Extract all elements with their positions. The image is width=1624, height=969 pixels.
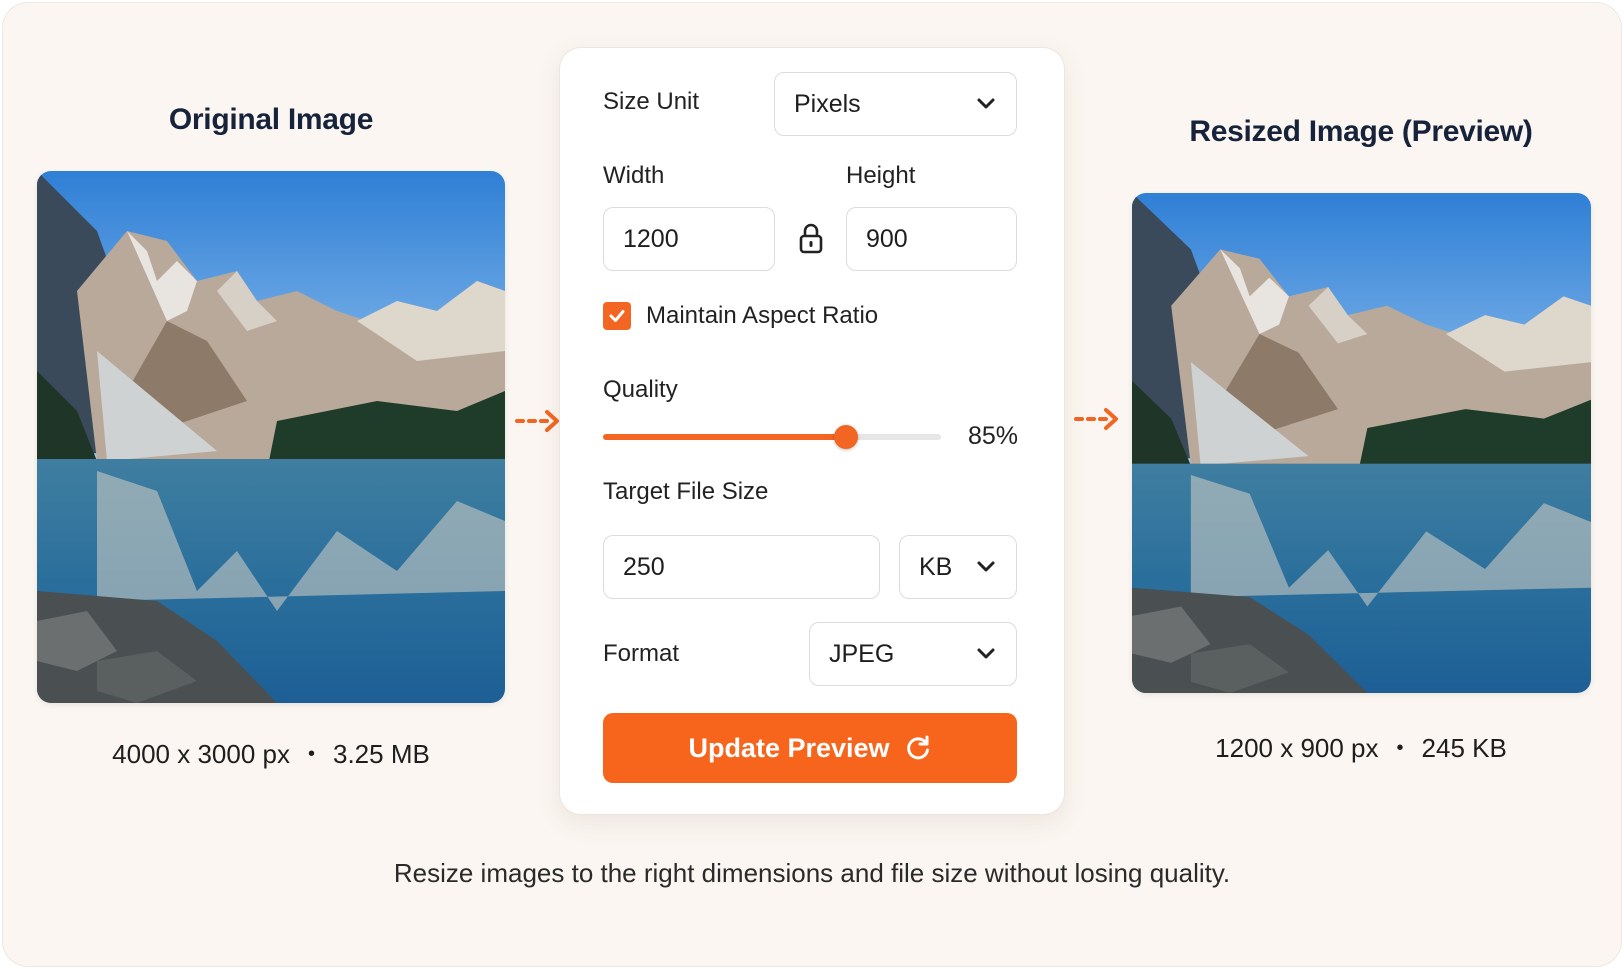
lock-icon[interactable] bbox=[797, 222, 825, 254]
target-file-size-unit-select[interactable]: KB bbox=[899, 535, 1017, 599]
target-file-size-label: Target File Size bbox=[603, 478, 769, 505]
resized-image-meta: 1200 x 900 px • 245 KB bbox=[1131, 733, 1591, 764]
resize-settings-panel: Size Unit Pixels Width Height 1200 900 M… bbox=[559, 47, 1065, 815]
chevron-down-icon bbox=[977, 648, 995, 659]
original-dimensions: 4000 x 3000 px bbox=[112, 739, 290, 769]
chevron-down-icon bbox=[977, 98, 995, 109]
resized-image-preview bbox=[1132, 193, 1591, 693]
quality-slider-thumb[interactable] bbox=[834, 425, 859, 449]
width-label: Width bbox=[603, 162, 665, 189]
quality-value: 85% bbox=[968, 422, 1019, 450]
size-unit-value: Pixels bbox=[794, 89, 861, 118]
format-label: Format bbox=[603, 640, 680, 667]
target-file-size-input[interactable]: 250 bbox=[603, 535, 880, 599]
tagline: Resize images to the right dimensions an… bbox=[393, 858, 1231, 888]
resized-dimensions: 1200 x 900 px bbox=[1215, 733, 1379, 763]
format-value: JPEG bbox=[829, 639, 895, 668]
update-preview-button[interactable]: Update Preview bbox=[603, 713, 1017, 783]
dashed-arrow-right-icon bbox=[1074, 408, 1118, 430]
meta-separator: • bbox=[307, 743, 315, 765]
app-background: Original Image 4000 x 3000 px • 3.25 MB … bbox=[2, 2, 1622, 967]
refresh-icon bbox=[906, 735, 929, 760]
update-preview-label: Update Preview bbox=[688, 732, 890, 763]
resized-image-title: Resized Image (Preview) bbox=[1189, 115, 1533, 148]
quality-slider-fill bbox=[603, 434, 847, 440]
meta-separator: • bbox=[1396, 737, 1404, 759]
resized-file-size: 245 KB bbox=[1421, 733, 1507, 763]
original-image-title: Original Image bbox=[168, 103, 374, 136]
check-icon bbox=[609, 310, 625, 322]
height-label: Height bbox=[846, 162, 916, 189]
quality-slider[interactable] bbox=[603, 425, 941, 449]
width-input[interactable]: 1200 bbox=[603, 207, 775, 271]
original-file-size: 3.25 MB bbox=[333, 739, 430, 769]
height-input[interactable]: 900 bbox=[846, 207, 1017, 271]
maintain-aspect-ratio-label: Maintain Aspect Ratio bbox=[646, 302, 879, 329]
size-unit-select[interactable]: Pixels bbox=[774, 72, 1017, 136]
maintain-aspect-ratio-checkbox[interactable] bbox=[603, 302, 631, 330]
quality-label: Quality bbox=[603, 376, 678, 403]
format-select[interactable]: JPEG bbox=[809, 622, 1017, 686]
chevron-down-icon bbox=[977, 561, 995, 572]
original-image bbox=[37, 171, 505, 703]
original-image-meta: 4000 x 3000 px • 3.25 MB bbox=[37, 739, 505, 770]
size-unit-label: Size Unit bbox=[603, 88, 700, 115]
target-file-size-unit-value: KB bbox=[919, 552, 953, 581]
